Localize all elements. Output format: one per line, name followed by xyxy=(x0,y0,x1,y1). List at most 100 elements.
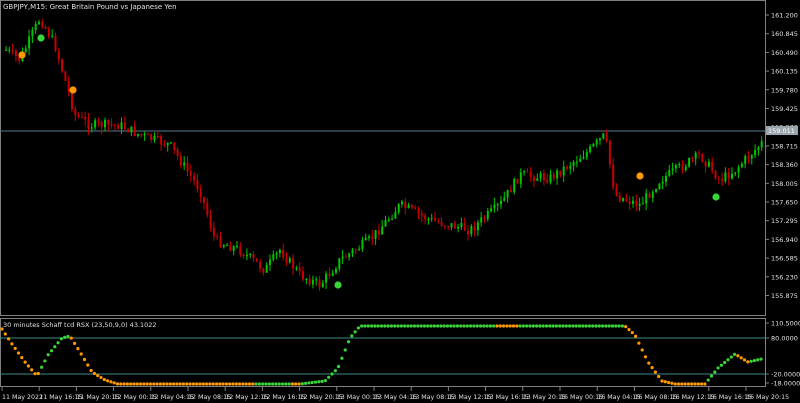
sell-signal-dot[interactable] xyxy=(636,172,644,180)
indicator-dot xyxy=(521,324,526,328)
candle-body xyxy=(170,142,172,144)
indicator-dot xyxy=(759,357,763,361)
candle-body xyxy=(500,200,502,205)
indicator-tick-label: -18.0000 xyxy=(771,380,800,388)
indicator-tick-label: -20.0000 xyxy=(771,371,800,379)
indicator-dot xyxy=(673,382,677,386)
indicator-dot xyxy=(452,324,456,328)
candle-body xyxy=(298,268,301,272)
indicator-dot xyxy=(181,382,186,386)
indicator-dot xyxy=(323,379,327,383)
price-tick-label: 158.715 xyxy=(771,142,798,150)
buy-signal-dot[interactable] xyxy=(37,34,45,42)
current-price-label: 159.011 xyxy=(768,127,795,135)
indicator-dot xyxy=(162,382,166,386)
candle-body xyxy=(120,122,123,129)
candle-body xyxy=(717,178,720,180)
candle-body xyxy=(189,171,192,176)
indicator-dot xyxy=(386,324,390,328)
candle-body xyxy=(61,59,64,72)
candle-body xyxy=(302,271,304,280)
candle-body xyxy=(203,197,205,203)
time-tick-label: 11 May 2022 xyxy=(2,394,43,401)
candle-body xyxy=(711,161,714,172)
indicator-dot xyxy=(742,358,747,362)
indicator-dot xyxy=(630,330,634,335)
candle-body xyxy=(338,258,341,269)
sell-signal-dot[interactable] xyxy=(69,86,77,94)
candle-body xyxy=(226,245,229,247)
candle-body xyxy=(77,115,80,117)
indicator-dot xyxy=(541,324,545,328)
candle-body xyxy=(434,217,436,221)
candle-body xyxy=(707,161,710,167)
indicator-dot xyxy=(736,354,740,358)
indicator-dot xyxy=(429,324,433,328)
candle-body xyxy=(265,264,268,273)
buy-signal-dot[interactable] xyxy=(712,193,720,201)
candle-body xyxy=(348,253,351,258)
candle-body xyxy=(572,162,575,166)
candle-body xyxy=(209,214,212,228)
indicator-dot xyxy=(406,324,410,328)
time-axis: 11 May 202211 May 16:1511 May 20:1512 Ma… xyxy=(1,387,789,401)
candle-body xyxy=(463,223,466,231)
indicator-dot xyxy=(280,382,285,386)
candle-body xyxy=(374,230,377,240)
sell-signal-dot[interactable] xyxy=(18,51,26,59)
indicator-dot xyxy=(700,382,704,386)
candle-body xyxy=(599,138,601,140)
indicator-dot xyxy=(601,324,605,328)
candle-body xyxy=(401,201,403,204)
indicator-dot xyxy=(89,368,93,373)
trading-chart[interactable]: GBPJPY,M15: Great Britain Pound vs Japan… xyxy=(0,0,800,403)
price-panel[interactable] xyxy=(0,0,766,316)
indicator-dot xyxy=(168,382,172,386)
indicator-dot xyxy=(109,380,113,384)
indicator-dot xyxy=(472,324,476,328)
candle-body xyxy=(552,174,555,179)
indicator-dot xyxy=(389,324,393,328)
indicator-dot xyxy=(442,324,446,328)
candle-body xyxy=(671,168,674,171)
indicator-dot xyxy=(422,324,426,328)
indicator-dot xyxy=(733,352,737,356)
candle-body xyxy=(8,49,11,51)
candle-body xyxy=(539,173,542,179)
candle-body xyxy=(582,157,585,159)
indicator-dot xyxy=(478,324,483,328)
candle-body xyxy=(242,254,245,257)
candle-body xyxy=(90,127,93,129)
indicator-dot xyxy=(96,373,100,378)
candle-body xyxy=(216,235,219,237)
candle-body xyxy=(315,279,318,281)
candle-body xyxy=(476,222,479,231)
indicator-dot xyxy=(119,382,123,386)
indicator-dot xyxy=(310,380,314,385)
candle-body xyxy=(236,246,238,248)
candle-body xyxy=(410,205,413,208)
indicator-dot xyxy=(274,382,278,386)
indicator-dot xyxy=(36,371,40,376)
indicator-dot xyxy=(195,382,199,386)
candle-body xyxy=(519,172,522,184)
indicator-dot xyxy=(234,382,238,386)
candle-body xyxy=(328,273,331,276)
indicator-dot xyxy=(551,324,555,328)
price-tick-label: 160.490 xyxy=(771,49,798,57)
indicator-dot xyxy=(581,324,585,328)
candle-body xyxy=(556,170,559,179)
candle-body xyxy=(229,245,232,251)
candle-body xyxy=(470,226,473,235)
indicator-dot xyxy=(416,324,420,328)
buy-signal-dot[interactable] xyxy=(334,281,342,289)
candle-body xyxy=(305,279,308,281)
candle-body xyxy=(651,191,654,198)
candle-body xyxy=(407,205,410,208)
indicator-dot xyxy=(591,324,595,328)
indicator-dot xyxy=(231,382,235,386)
candle-body xyxy=(57,50,60,60)
indicator-dot xyxy=(244,382,248,386)
candle-body xyxy=(176,149,179,156)
candle-body xyxy=(608,140,611,165)
